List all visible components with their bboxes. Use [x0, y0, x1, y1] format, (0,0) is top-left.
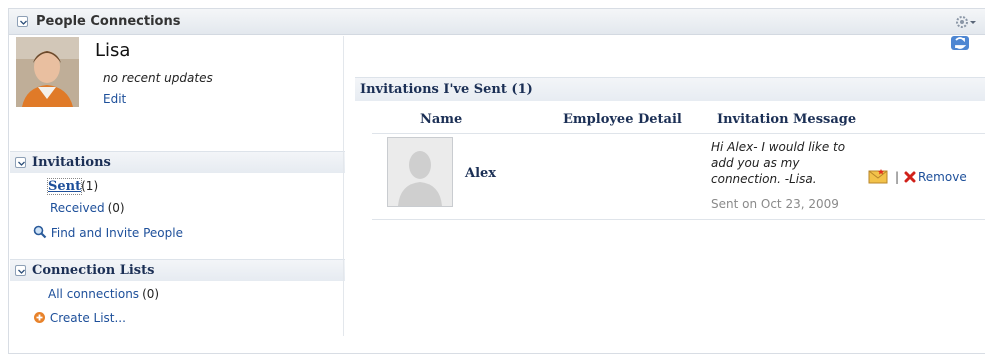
- connection-lists-title: Connection Lists: [32, 263, 155, 278]
- panel-header: People Connections: [9, 9, 985, 35]
- column-header-invitation-message[interactable]: Invitation Message: [717, 112, 856, 127]
- chevron-down-icon[interactable]: [15, 265, 26, 276]
- invitation-message: Hi Alex- I would like to add you as my c…: [711, 139, 871, 187]
- action-separator: |: [895, 170, 900, 184]
- avatar-placeholder: [387, 137, 453, 207]
- connection-lists-header: Connection Lists: [10, 259, 345, 281]
- gear-icon[interactable]: [954, 14, 978, 33]
- column-header-employee-detail[interactable]: Employee Detail: [563, 112, 682, 127]
- status-text: no recent updates: [103, 71, 213, 85]
- sent-link[interactable]: Sent: [46, 178, 83, 195]
- received-item[interactable]: Received (0): [50, 201, 125, 215]
- sent-invitations-header: Invitations I've Sent (1): [355, 77, 985, 101]
- chevron-down-icon[interactable]: [15, 157, 26, 168]
- received-count: (0): [107, 201, 125, 215]
- panel-title: People Connections: [36, 14, 181, 29]
- edit-link[interactable]: Edit: [103, 92, 126, 106]
- message-line: Hi Alex- I would like to: [711, 140, 846, 154]
- sent-count: (1): [81, 179, 99, 193]
- all-connections-count: (0): [142, 287, 160, 301]
- row-divider: [372, 219, 985, 220]
- remove-link[interactable]: Remove: [918, 170, 967, 184]
- sent-date: Sent on Oct 23, 2009: [711, 197, 839, 211]
- refresh-icon[interactable]: [950, 33, 970, 56]
- received-link[interactable]: Received: [50, 201, 105, 215]
- column-divider: [343, 36, 344, 336]
- accept-envelope-icon[interactable]: [868, 168, 888, 187]
- create-list-link[interactable]: Create List...: [50, 311, 126, 325]
- message-line: connection. -Lisa.: [711, 172, 817, 186]
- sent-invitations-title: Invitations I've Sent (1): [360, 82, 533, 97]
- column-header-name[interactable]: Name: [420, 112, 462, 127]
- sent-item[interactable]: Sent(1): [46, 178, 99, 195]
- avatar: [16, 37, 79, 107]
- all-connections-item[interactable]: All connections (0): [48, 287, 159, 301]
- add-icon: [33, 312, 50, 327]
- header-divider: [372, 133, 985, 134]
- create-list-item[interactable]: Create List...: [33, 309, 126, 325]
- find-invite-link[interactable]: Find and Invite People: [51, 226, 183, 240]
- invitations-header: Invitations: [10, 151, 345, 173]
- search-icon: [33, 225, 51, 242]
- all-connections-link[interactable]: All connections: [48, 287, 139, 301]
- message-line: add you as my: [711, 156, 800, 170]
- contact-name-link[interactable]: Alex: [465, 166, 496, 181]
- chevron-down-icon[interactable]: [17, 16, 28, 27]
- find-invite-item[interactable]: Find and Invite People: [33, 223, 183, 240]
- remove-icon[interactable]: [904, 171, 916, 186]
- profile-name: Lisa: [95, 40, 131, 61]
- invitations-title: Invitations: [32, 155, 111, 170]
